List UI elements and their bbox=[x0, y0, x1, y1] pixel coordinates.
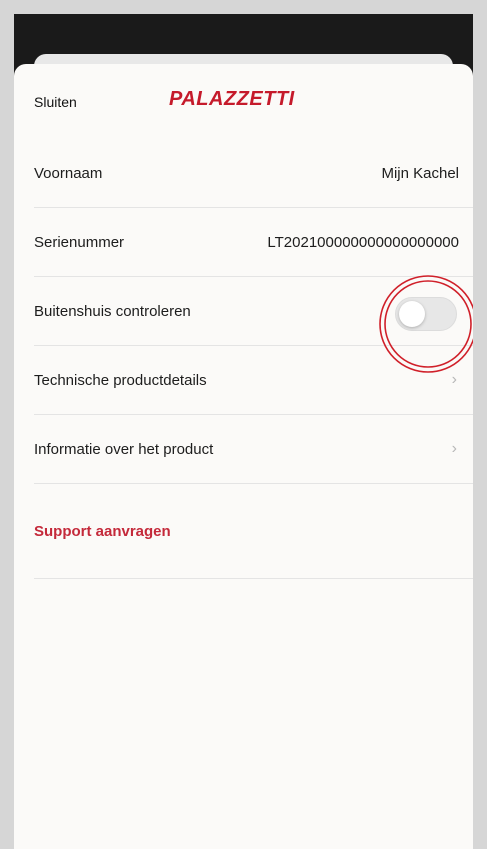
sheet-header: Sluiten PALAZZETTI bbox=[14, 64, 473, 139]
phone-screen: Sluiten PALAZZETTI Voornaam Mijn Kachel … bbox=[14, 14, 473, 849]
technische-label: Technische productdetails bbox=[34, 371, 207, 389]
serienummer-value: LT202100000000000000000 bbox=[267, 233, 459, 251]
row-voornaam: Voornaam Mijn Kachel bbox=[34, 139, 473, 208]
support-button[interactable]: Support aanvragen bbox=[34, 484, 473, 579]
serienummer-label: Serienummer bbox=[34, 233, 125, 251]
palazzetti-logo: PALAZZETTI bbox=[169, 88, 295, 110]
chevron-right-icon: › bbox=[451, 440, 457, 457]
close-button[interactable]: Sluiten bbox=[34, 94, 77, 110]
settings-sheet: Sluiten PALAZZETTI Voornaam Mijn Kachel … bbox=[14, 64, 473, 849]
annotation-circle bbox=[379, 275, 473, 373]
row-informatie-product[interactable]: Informatie over het product › bbox=[34, 415, 473, 484]
row-serienummer: Serienummer LT202100000000000000000 bbox=[34, 208, 473, 277]
informatie-label: Informatie over het product bbox=[34, 440, 214, 458]
voornaam-label: Voornaam bbox=[34, 164, 103, 182]
voornaam-value: Mijn Kachel bbox=[381, 164, 459, 182]
